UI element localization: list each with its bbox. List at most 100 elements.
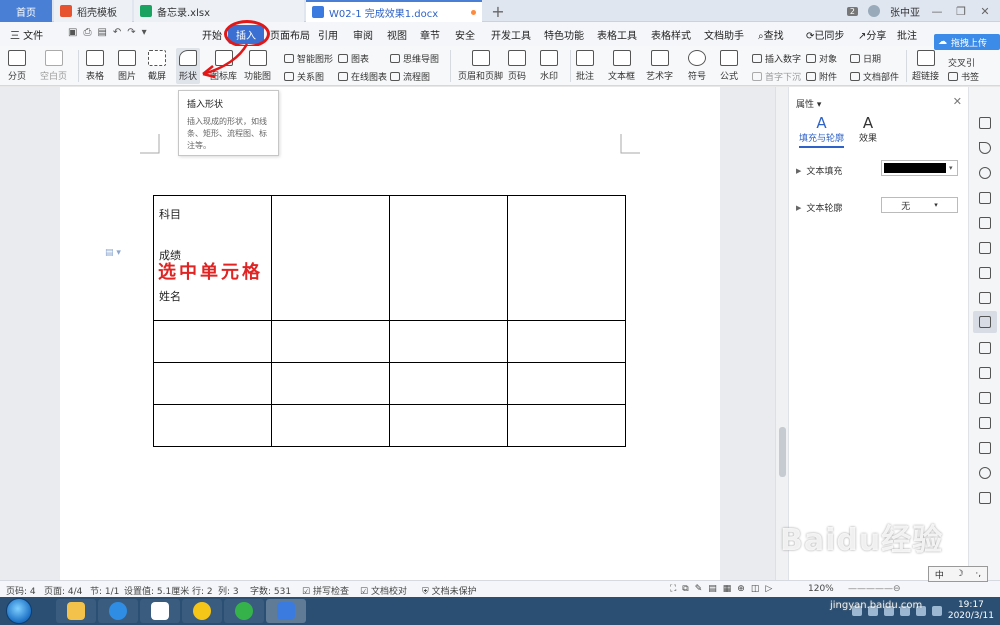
menu-comment[interactable]: 批注 bbox=[897, 27, 917, 42]
system-clock[interactable]: 19:17 2020/3/11 bbox=[948, 600, 994, 622]
document-table[interactable]: 科目 成绩 姓名 bbox=[153, 195, 626, 447]
user-name[interactable]: 张中亚 bbox=[890, 4, 920, 19]
minimize-icon[interactable]: — bbox=[930, 5, 944, 18]
table-cell[interactable] bbox=[271, 362, 390, 405]
table-tool-icon[interactable] bbox=[979, 242, 991, 254]
tab-template[interactable]: 稻壳模板 bbox=[54, 0, 132, 22]
menu-dev-tools[interactable]: 开发工具 bbox=[491, 27, 531, 42]
drop-cap-button[interactable]: 首字下沉 bbox=[752, 70, 801, 83]
protect-status[interactable]: ⛨ 文档未保护 bbox=[422, 584, 477, 597]
menu-special[interactable]: 特色功能 bbox=[544, 27, 584, 42]
blank-page-button[interactable]: 空白页 bbox=[40, 50, 67, 82]
insert-number-button[interactable]: 插入数字 bbox=[752, 52, 801, 65]
table-cell[interactable] bbox=[153, 320, 272, 363]
tab-effect[interactable]: A 效果 bbox=[859, 115, 877, 144]
bookmark-button[interactable]: 书签 bbox=[948, 70, 979, 83]
tab-home[interactable]: 首页 bbox=[0, 0, 52, 22]
table-cell[interactable] bbox=[507, 404, 626, 447]
online-chart-button[interactable]: 在线图表 bbox=[338, 70, 387, 83]
wordart-button[interactable]: 艺术字 bbox=[646, 50, 673, 82]
page-number-button[interactable]: 页码 bbox=[508, 50, 526, 82]
tray-wechat-icon[interactable] bbox=[883, 606, 894, 616]
text-fill-row[interactable]: ▶ 文本填充 bbox=[796, 164, 842, 178]
start-button-icon[interactable] bbox=[6, 598, 32, 624]
box-icon[interactable] bbox=[979, 417, 991, 429]
table-cell[interactable] bbox=[507, 320, 626, 363]
menu-search[interactable]: ⌕查找 bbox=[758, 27, 784, 42]
screenshot-button[interactable]: 截屏 bbox=[148, 50, 166, 82]
close-icon[interactable]: ✕ bbox=[953, 95, 962, 108]
tray-qq-icon[interactable] bbox=[851, 606, 862, 616]
table-cell[interactable] bbox=[153, 404, 272, 447]
tab-document[interactable]: W02-1 完成效果1.docx bbox=[306, 0, 482, 22]
compass-icon[interactable] bbox=[979, 467, 991, 479]
status-word-count[interactable]: 字数: 531 bbox=[250, 584, 291, 597]
cross-ref-button[interactable]: 交叉引 bbox=[948, 56, 975, 69]
view-mode-icons[interactable]: ⛶⧉✎▤▦⊕◫▷ bbox=[670, 584, 778, 594]
quick-access-icons[interactable]: ▣⎙▤↶↷▾ bbox=[68, 27, 153, 38]
zoom-slider[interactable]: —————⊖ bbox=[848, 584, 901, 594]
table-cell[interactable] bbox=[507, 195, 626, 321]
style-icon[interactable] bbox=[979, 217, 991, 229]
image-tool-icon[interactable] bbox=[979, 442, 991, 454]
flowchart-button[interactable]: 流程图 bbox=[390, 70, 430, 83]
menu-start[interactable]: 开始 bbox=[202, 27, 222, 42]
menu-page-layout[interactable]: 页面布局 bbox=[270, 27, 310, 42]
menu-table-tools[interactable]: 表格工具 bbox=[597, 27, 637, 42]
table-cell[interactable] bbox=[389, 320, 508, 363]
taskbar-wps[interactable] bbox=[266, 599, 306, 623]
ime-punctuation[interactable]: ·, bbox=[975, 569, 981, 579]
menu-security[interactable]: 安全 bbox=[455, 27, 475, 42]
taskbar-app-flower[interactable] bbox=[140, 599, 180, 623]
spell-check-toggle[interactable]: ☑ 拼写检查 bbox=[302, 584, 349, 597]
menu-chapter[interactable]: 章节 bbox=[420, 27, 440, 42]
smart-art-button[interactable]: 智能图形 bbox=[284, 52, 333, 65]
tray-flag-icon[interactable] bbox=[931, 606, 942, 616]
menu-doc-helper[interactable]: 文档助手 bbox=[704, 27, 744, 42]
tab-fill-outline[interactable]: A 填充与轮廓 bbox=[799, 115, 845, 148]
help-icon[interactable] bbox=[979, 492, 991, 504]
drag-upload-button[interactable]: ☁ 拖拽上传 bbox=[934, 34, 1000, 50]
edit-pen-icon[interactable] bbox=[979, 117, 991, 129]
tab-xlsx[interactable]: 备忘录.xlsx bbox=[134, 0, 304, 22]
window-count-badge[interactable]: 2 bbox=[846, 6, 858, 16]
shape-tool-icon[interactable] bbox=[979, 192, 991, 204]
table-cell[interactable] bbox=[389, 362, 508, 405]
hyperlink-button[interactable]: 超链接 bbox=[912, 50, 939, 82]
export-icon[interactable] bbox=[979, 367, 991, 379]
status-page-number[interactable]: 页码: 4 bbox=[6, 584, 36, 597]
doc-part-button[interactable]: 文档部件 bbox=[850, 70, 899, 83]
menu-review[interactable]: 审阅 bbox=[353, 27, 373, 42]
text-outline-row[interactable]: ▶ 文本轮廓 bbox=[796, 201, 842, 215]
bar-chart-icon[interactable] bbox=[979, 292, 991, 304]
watermark-button[interactable]: 水印 bbox=[540, 50, 558, 82]
new-tab-button[interactable]: + bbox=[488, 0, 508, 22]
taskbar-browser[interactable] bbox=[98, 599, 138, 623]
attachment-button[interactable]: 附件 bbox=[806, 70, 837, 83]
text-outline-select[interactable]: 无 ▾ bbox=[881, 197, 958, 213]
zoom-level[interactable]: 120% bbox=[808, 584, 834, 594]
menu-view[interactable]: 视图 bbox=[387, 27, 407, 42]
restore-icon[interactable]: ❐ bbox=[954, 5, 968, 18]
paragraph-marker-icon[interactable]: ▤ ▾ bbox=[105, 248, 121, 258]
menu-file[interactable]: 三 文件 bbox=[10, 27, 43, 42]
vertical-scrollbar[interactable] bbox=[775, 87, 788, 580]
relation-chart-button[interactable]: 关系图 bbox=[284, 70, 324, 83]
ime-halfwidth-icon[interactable]: ☽ bbox=[956, 569, 964, 579]
symbol-button[interactable]: 符号 bbox=[688, 50, 706, 82]
table-cell[interactable] bbox=[507, 362, 626, 405]
menu-reference[interactable]: 引用 bbox=[318, 27, 338, 42]
avatar[interactable] bbox=[868, 5, 880, 17]
page-break-button[interactable]: 分页 bbox=[8, 50, 26, 82]
share-tool-icon[interactable] bbox=[979, 392, 991, 404]
menu-sync[interactable]: ⟳已同步 bbox=[806, 27, 844, 42]
table-cell[interactable] bbox=[271, 404, 390, 447]
scrollbar-thumb[interactable] bbox=[779, 427, 786, 477]
table-cell[interactable] bbox=[389, 195, 508, 321]
proofread-button[interactable]: ☑ 文档校对 bbox=[360, 584, 407, 597]
tray-app-icon[interactable] bbox=[867, 606, 878, 616]
tray-volume-icon[interactable] bbox=[915, 606, 926, 616]
object-button[interactable]: 对象 bbox=[806, 52, 837, 65]
taskbar-app-green[interactable] bbox=[182, 599, 222, 623]
table-button[interactable]: 表格 bbox=[86, 50, 104, 82]
